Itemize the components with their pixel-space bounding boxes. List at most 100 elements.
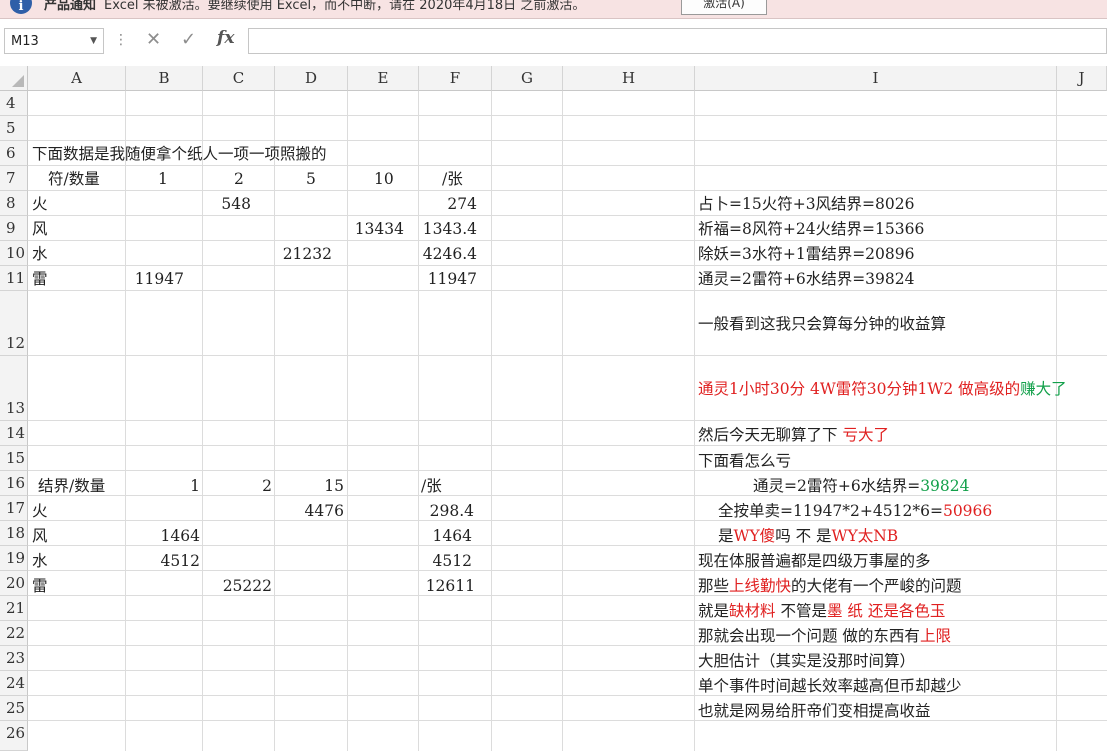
row-header[interactable]: 18 xyxy=(0,521,28,546)
cell-d10[interactable]: 21232 xyxy=(275,245,332,263)
cell-f16[interactable]: /张 xyxy=(421,477,442,495)
name-box[interactable]: M13 ▼ xyxy=(4,28,104,54)
cell-i25[interactable]: 也就是网易给肝帝们变相提高收益 xyxy=(698,702,931,720)
cell-a8[interactable]: 火 xyxy=(32,195,48,213)
cell-f11[interactable]: 11947 xyxy=(419,270,477,288)
row-header[interactable]: 11 xyxy=(0,266,28,291)
cell-a18[interactable]: 风 xyxy=(32,527,48,545)
gridline xyxy=(28,240,1107,241)
cell-f9[interactable]: 1343.4 xyxy=(419,220,477,238)
cell-i13[interactable]: 通灵1小时30分 4W雷符30分钟1W2 做高级的赚大了 xyxy=(698,380,1067,398)
col-header-h[interactable]: H xyxy=(563,66,695,91)
cell-i16[interactable]: 通灵=2雷符+6水结界=39824 xyxy=(753,477,970,495)
cell-a7[interactable]: 符/数量 xyxy=(48,170,100,188)
cell-i11[interactable]: 通灵=2雷符+6水结界=39824 xyxy=(698,270,915,288)
cell-i21[interactable]: 就是缺材料 不管是墨 纸 还是各色玉 xyxy=(698,602,945,620)
gridline xyxy=(28,620,1107,621)
cell-c8[interactable]: 548 xyxy=(203,195,251,213)
formula-input[interactable] xyxy=(248,28,1107,54)
cell-i18[interactable]: 是WY傻吗 不 是WY太NB xyxy=(718,527,898,545)
drag-handle-icon[interactable]: ⋮ xyxy=(114,32,128,48)
cell-f7[interactable]: /张 xyxy=(442,170,463,188)
row-header[interactable]: 5 xyxy=(0,116,28,141)
col-header-i[interactable]: I xyxy=(695,66,1057,91)
worksheet-grid[interactable]: A B C D E F G H I J 4 5 6 7 8 9 10 11 12… xyxy=(0,66,1107,751)
row-header[interactable]: 10 xyxy=(0,241,28,266)
cell-i15[interactable]: 下面看怎么亏 xyxy=(698,452,791,470)
row-header[interactable]: 4 xyxy=(0,91,28,116)
cell-i20[interactable]: 那些上线勤快的大佬有一个严峻的问题 xyxy=(698,577,962,595)
cell-a20[interactable]: 雷 xyxy=(32,577,48,595)
cell-b16[interactable]: 1 xyxy=(126,477,200,495)
cell-e9[interactable]: 13434 xyxy=(348,220,404,238)
cell-d16[interactable]: 15 xyxy=(275,477,344,495)
cell-a10[interactable]: 水 xyxy=(32,245,48,263)
cell-f18[interactable]: 1464 xyxy=(419,527,472,545)
row-header[interactable]: 16 xyxy=(0,471,28,496)
row-header[interactable]: 23 xyxy=(0,646,28,671)
col-header-b[interactable]: B xyxy=(126,66,203,91)
insert-function-icon[interactable]: fx xyxy=(217,28,234,48)
col-header-d[interactable]: D xyxy=(275,66,348,91)
cell-i9[interactable]: 祈福=8风符+24火结界=15366 xyxy=(698,220,924,238)
row-header[interactable]: 13 xyxy=(0,356,28,421)
select-all-corner[interactable] xyxy=(0,66,28,91)
row-header[interactable]: 17 xyxy=(0,496,28,521)
cell-a9[interactable]: 风 xyxy=(32,220,48,238)
cell-i8[interactable]: 占卜=15火符+3风结界=8026 xyxy=(698,195,915,213)
cell-a11[interactable]: 雷 xyxy=(32,270,48,288)
cell-f19[interactable]: 4512 xyxy=(419,552,472,570)
cell-c20[interactable]: 25222 xyxy=(203,577,272,595)
chevron-down-icon[interactable]: ▼ xyxy=(90,36,97,46)
col-header-f[interactable]: F xyxy=(419,66,492,91)
col-header-e[interactable]: E xyxy=(348,66,419,91)
row-header[interactable]: 12 xyxy=(0,291,28,356)
cell-i10[interactable]: 除妖=3水符+1雷结界=20896 xyxy=(698,245,915,263)
cell-i12[interactable]: 一般看到这我只会算每分钟的收益算 xyxy=(698,315,946,333)
cell-a19[interactable]: 水 xyxy=(32,552,48,570)
enter-icon[interactable]: ✓ xyxy=(181,29,196,50)
cell-b11[interactable]: 11947 xyxy=(126,270,184,288)
cell-f8[interactable]: 274 xyxy=(419,195,477,213)
row-header[interactable]: 9 xyxy=(0,216,28,241)
cell-i17[interactable]: 全按单卖=11947*2+4512*6=50966 xyxy=(718,502,992,520)
row-header[interactable]: 8 xyxy=(0,191,28,216)
cell-i22[interactable]: 那就会出现一个问题 做的东西有上限 xyxy=(698,627,951,645)
row-header[interactable]: 14 xyxy=(0,421,28,446)
cell-i13-red: 通灵1小时30分 4W雷符30分钟1W2 做高级的 xyxy=(698,380,1021,398)
cell-f17[interactable]: 298.4 xyxy=(419,502,474,520)
cell-i23[interactable]: 大胆估计（其实是没那时间算） xyxy=(698,652,915,670)
row-header[interactable]: 19 xyxy=(0,546,28,571)
cell-a6[interactable]: 下面数据是我随便拿个纸人一项一项照搬的 xyxy=(32,145,327,163)
row-header[interactable]: 15 xyxy=(0,446,28,471)
col-header-j[interactable]: J xyxy=(1057,66,1107,91)
cell-i19[interactable]: 现在体服普遍都是四级万事屋的多 xyxy=(698,552,931,570)
cell-f10[interactable]: 4246.4 xyxy=(419,245,477,263)
cell-e7[interactable]: 10 xyxy=(374,170,394,188)
row-header[interactable]: 25 xyxy=(0,696,28,721)
row-header[interactable]: 6 xyxy=(0,141,28,166)
cell-i14[interactable]: 然后今天无聊算了下 亏大了 xyxy=(698,426,889,444)
cell-c7[interactable]: 2 xyxy=(234,170,244,188)
cancel-icon[interactable]: ✕ xyxy=(146,29,161,50)
cell-b7[interactable]: 1 xyxy=(158,170,168,188)
cell-a16[interactable]: 结界/数量 xyxy=(38,477,105,495)
activate-button[interactable]: 激活(A) xyxy=(681,0,767,15)
cell-d17[interactable]: 4476 xyxy=(275,502,344,520)
cell-a17[interactable]: 火 xyxy=(32,502,48,520)
row-header[interactable]: 26 xyxy=(0,721,28,751)
col-header-c[interactable]: C xyxy=(203,66,275,91)
cell-b18[interactable]: 1464 xyxy=(126,527,200,545)
cell-i24[interactable]: 单个事件时间越长效率越高但币却越少 xyxy=(698,677,962,695)
col-header-a[interactable]: A xyxy=(28,66,126,91)
cell-d7[interactable]: 5 xyxy=(306,170,316,188)
cell-c16[interactable]: 2 xyxy=(203,477,272,495)
row-header[interactable]: 24 xyxy=(0,671,28,696)
cell-b19[interactable]: 4512 xyxy=(126,552,200,570)
row-header[interactable]: 7 xyxy=(0,166,28,191)
row-header[interactable]: 22 xyxy=(0,621,28,646)
cell-f20[interactable]: 12611 xyxy=(419,577,475,595)
row-header[interactable]: 20 xyxy=(0,571,28,596)
col-header-g[interactable]: G xyxy=(492,66,563,91)
row-header[interactable]: 21 xyxy=(0,596,28,621)
